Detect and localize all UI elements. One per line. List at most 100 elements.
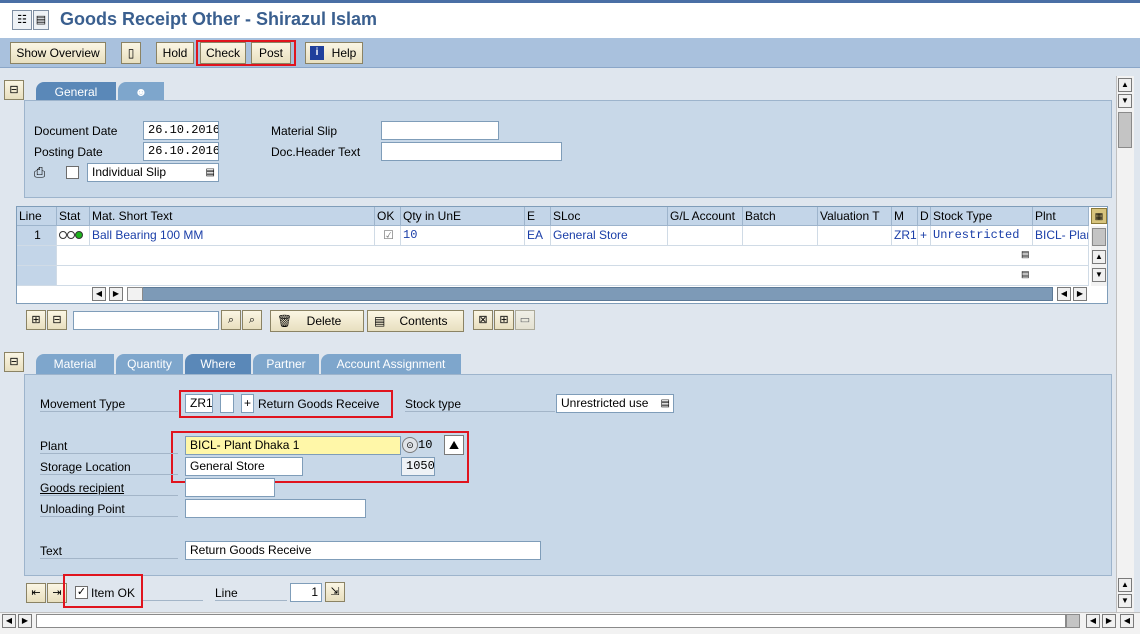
hold-button[interactable]: Hold <box>156 42 194 64</box>
scroll-down-icon[interactable]: ▼ <box>1118 594 1132 608</box>
plant-address-icon[interactable]: ⛰ <box>444 435 464 455</box>
previous-item-icon[interactable]: ⇤ <box>26 583 46 603</box>
table-cell-movement[interactable]: ZR1 <box>892 226 918 246</box>
column-header[interactable]: Stock Type <box>931 207 1033 226</box>
table-cell-gl-account[interactable] <box>668 226 743 246</box>
column-header[interactable]: Plnt <box>1033 207 1089 226</box>
printer-icon[interactable]: ⎙ <box>34 164 45 181</box>
tab-partner[interactable]: Partner <box>253 354 319 374</box>
tab-partner-icon[interactable]: ☻ <box>118 82 164 102</box>
column-header[interactable]: G/L Account <box>668 207 743 226</box>
delete-button[interactable]: 🗑 Delete <box>270 310 364 332</box>
find-input[interactable] <box>73 311 219 330</box>
table-row-selector[interactable]: 1 <box>17 226 57 246</box>
scroll-left-icon[interactable]: ◀ <box>1120 614 1134 628</box>
tab-account-assignment[interactable]: Account Assignment <box>321 354 461 374</box>
scroll-up-icon[interactable]: ▲ <box>1118 78 1132 92</box>
show-overview-button[interactable]: Show Overview <box>10 42 106 64</box>
slip-type-select[interactable]: Individual Slip ▤ <box>87 163 219 182</box>
scroll-right-icon[interactable]: ▶ <box>1102 614 1116 628</box>
new-document-icon[interactable]: ▯ <box>121 42 141 64</box>
column-header[interactable]: Qty in UnE <box>401 207 525 226</box>
disabled-icon[interactable]: ▭ <box>515 310 535 330</box>
stock-type-select[interactable]: Unrestricted use ▤ <box>556 394 674 413</box>
find-next-icon[interactable]: ⌕ <box>242 310 262 330</box>
column-header[interactable]: Valuation T <box>818 207 892 226</box>
column-header[interactable]: Batch <box>743 207 818 226</box>
movement-special-field[interactable] <box>220 394 234 413</box>
collapse-header-icon[interactable]: ⊟ <box>4 80 24 100</box>
page-hscroll-thumb[interactable] <box>1066 614 1080 628</box>
table-cell-sloc[interactable]: General Store <box>551 226 668 246</box>
goods-recipient-label[interactable]: Goods recipient <box>40 481 178 496</box>
tab-material[interactable]: Material <box>36 354 114 374</box>
column-header[interactable]: Mat. Short Text <box>90 207 375 226</box>
table-row[interactable] <box>57 266 1089 286</box>
scroll-up-icon[interactable]: ▲ <box>1118 578 1132 592</box>
item-ok-checkbox[interactable]: ✓ <box>75 586 88 599</box>
item-ok-checkbox[interactable]: ☑ <box>375 226 401 246</box>
scroll-thumb[interactable] <box>1118 112 1132 148</box>
table-cell-batch[interactable] <box>743 226 818 246</box>
scroll-down-icon[interactable]: ▼ <box>1118 94 1132 108</box>
expand-icon[interactable]: ⊠ <box>473 310 493 330</box>
material-slip-field[interactable] <box>381 121 499 140</box>
page-hscroll-track[interactable] <box>36 614 1066 628</box>
scroll-up-icon[interactable]: ▲ <box>1092 250 1106 264</box>
table-cell-valuation[interactable] <box>818 226 892 246</box>
structure-icon[interactable]: ⊞ <box>494 310 514 330</box>
column-header[interactable]: Line <box>17 207 57 226</box>
help-button[interactable]: i Help <box>305 42 363 64</box>
scroll-left-icon[interactable]: ◀ <box>2 614 16 628</box>
column-header[interactable]: E <box>525 207 551 226</box>
column-settings-icon[interactable]: ▦ <box>1091 208 1107 224</box>
goods-recipient-field[interactable] <box>185 478 275 497</box>
table-cell-qty[interactable]: 10 <box>401 226 525 246</box>
tab-quantity[interactable]: Quantity <box>116 354 183 374</box>
table-scroll-thumb[interactable] <box>1092 228 1106 246</box>
column-header[interactable]: D <box>918 207 931 226</box>
column-header[interactable]: M <box>892 207 918 226</box>
column-header[interactable]: Stat <box>57 207 90 226</box>
unloading-point-field[interactable] <box>185 499 366 518</box>
deselect-all-icon[interactable]: ⊟ <box>47 310 67 330</box>
tab-general[interactable]: General <box>36 82 116 102</box>
check-button[interactable]: Check <box>200 42 246 64</box>
scroll-right-icon[interactable]: ▶ <box>109 287 123 301</box>
scroll-left-icon[interactable]: ◀ <box>92 287 106 301</box>
scroll-right-icon[interactable]: ▶ <box>1073 287 1087 301</box>
dropdown-icon[interactable]: ▤ <box>1021 269 1030 280</box>
find-icon[interactable]: ⌕ <box>221 310 241 330</box>
collapse-detail-icon[interactable]: ⊟ <box>4 352 24 372</box>
table-hscroll-thumb[interactable] <box>127 287 143 301</box>
movement-type-field[interactable]: ZR1 <box>185 394 213 413</box>
scroll-left-icon[interactable]: ◀ <box>1086 614 1100 628</box>
table-cell-stock-type[interactable]: Unrestricted <box>931 226 1033 246</box>
scroll-right-icon[interactable]: ▶ <box>18 614 32 628</box>
tab-where[interactable]: Where <box>185 354 251 374</box>
table-horizontal-scrollbar[interactable] <box>127 287 1053 301</box>
table-cell-debit[interactable]: + <box>918 226 931 246</box>
select-all-icon[interactable]: ⊞ <box>26 310 46 330</box>
plant-field[interactable]: BICL- Plant Dhaka 1 <box>185 436 401 455</box>
movement-indicator-field[interactable]: + <box>241 394 254 413</box>
text-field[interactable]: Return Goods Receive <box>185 541 541 560</box>
menu-icon[interactable]: ☷ <box>12 10 32 30</box>
table-cell-unit[interactable]: EA <box>525 226 551 246</box>
column-header[interactable]: OK <box>375 207 401 226</box>
doc-header-text-field[interactable] <box>381 142 562 161</box>
vertical-scrollbar[interactable] <box>1116 76 1134 612</box>
storage-location-field[interactable]: General Store <box>185 457 303 476</box>
table-row-selector[interactable] <box>17 246 57 266</box>
go-to-line-icon[interactable]: ⇲ <box>325 582 345 602</box>
line-field[interactable]: 1 <box>290 583 322 602</box>
contents-button[interactable]: ▤ Contents <box>367 310 464 332</box>
table-cell-plant[interactable]: BICL- Plant <box>1033 226 1089 246</box>
scroll-left-icon[interactable]: ◀ <box>1057 287 1071 301</box>
document-date-field[interactable]: 26.10.2016 <box>143 121 219 140</box>
post-button[interactable]: Post <box>251 42 291 64</box>
dropdown-icon[interactable]: ▤ <box>1021 249 1030 260</box>
table-row-selector[interactable] <box>17 266 57 286</box>
scroll-down-icon[interactable]: ▼ <box>1092 268 1106 282</box>
column-header[interactable]: SLoc <box>551 207 668 226</box>
